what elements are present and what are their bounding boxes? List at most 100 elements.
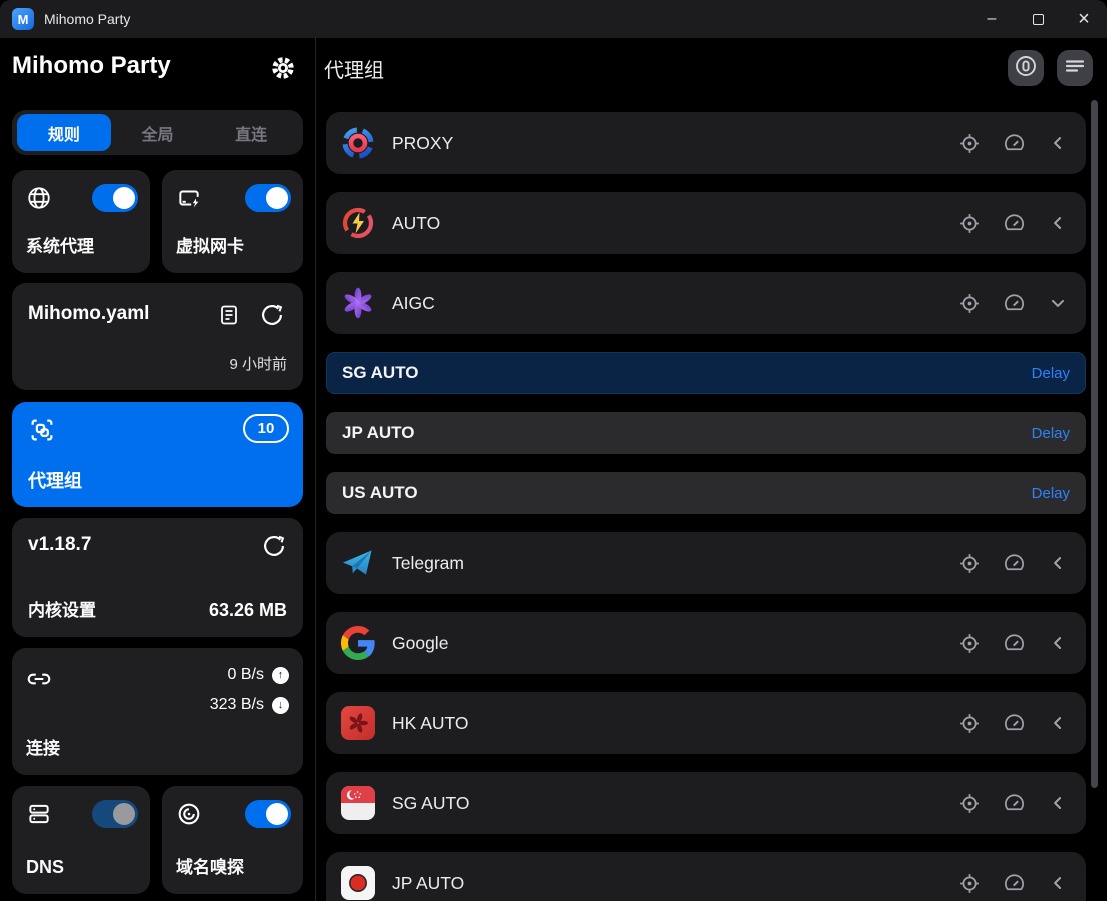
proxy-group-name: AIGC [392, 293, 958, 314]
delay-test-icon[interactable] [1003, 132, 1026, 155]
tab-rule[interactable]: 规则 [17, 114, 111, 151]
proxy-groups-label: 代理组 [28, 467, 82, 493]
proxy-node-name: SG AUTO [342, 363, 1032, 383]
sniff-icon [176, 801, 202, 832]
proxy-group-icon [28, 416, 56, 449]
tun-card[interactable]: 虚拟网卡 [162, 170, 303, 273]
settings-gear-icon[interactable] [269, 54, 297, 82]
profile-refresh-icon[interactable] [259, 302, 285, 333]
arrow-up-circle-icon: ↑ [272, 667, 289, 684]
proxy-group-count-badge: 10 [243, 414, 289, 443]
sniff-card[interactable]: 域名嗅探 [162, 786, 303, 894]
page-title: 代理组 [324, 54, 384, 83]
locate-icon[interactable] [958, 872, 981, 895]
window-title: Mihomo Party [44, 11, 130, 27]
delay-test-icon[interactable] [1003, 552, 1026, 575]
proxy-group-row[interactable]: SG AUTO [326, 772, 1086, 834]
delay-test-icon[interactable] [1003, 792, 1026, 815]
dns-server-icon [26, 801, 52, 832]
sidebar-app-title: Mihomo Party [12, 52, 171, 80]
delay-zero-button[interactable] [1008, 50, 1044, 86]
profile-updated-time: 9 小时前 [229, 353, 287, 374]
sniff-toggle[interactable] [245, 800, 291, 828]
app-window: M Mihomo Party – × Mihomo Party 规则 全局 直连… [0, 0, 1107, 901]
delay-test-link[interactable]: Delay [1032, 365, 1070, 382]
tab-global[interactable]: 全局 [111, 114, 205, 151]
locate-icon[interactable] [958, 552, 981, 575]
proxy-group-row[interactable]: AUTO [326, 192, 1086, 254]
system-proxy-label: 系统代理 [26, 232, 94, 257]
sniff-label: 域名嗅探 [176, 853, 244, 878]
chevron-down-icon[interactable] [1048, 293, 1068, 313]
list-lines-icon [1063, 54, 1087, 83]
locate-icon[interactable] [958, 632, 981, 655]
system-proxy-card[interactable]: 系统代理 [12, 170, 150, 273]
profile-name: Mihomo.yaml [28, 303, 149, 325]
jp-flag-icon [340, 865, 376, 901]
proxy-node-row[interactable]: JP AUTODelay [326, 412, 1086, 454]
connections-card[interactable]: 0 B/s↑ 323 B/s↓ 连接 [12, 648, 303, 775]
proxy-group-row[interactable]: AIGC [326, 272, 1086, 334]
delay-test-icon[interactable] [1003, 632, 1026, 655]
proxy-group-name: HK AUTO [392, 713, 958, 734]
sidebar-item-proxy-groups[interactable]: 10 代理组 [12, 402, 303, 507]
locate-icon[interactable] [958, 132, 981, 155]
proxy-node-name: US AUTO [342, 483, 1032, 503]
chevron-left-icon[interactable] [1048, 133, 1068, 153]
proxy-group-name: JP AUTO [392, 873, 958, 894]
minimize-button[interactable]: – [969, 0, 1015, 38]
arrow-down-circle-icon: ↓ [272, 697, 289, 714]
delay-test-icon[interactable] [1003, 872, 1026, 895]
delay-test-link[interactable]: Delay [1032, 485, 1070, 502]
system-proxy-toggle[interactable] [92, 184, 138, 212]
delay-test-icon[interactable] [1003, 212, 1026, 235]
layout-toggle-button[interactable] [1057, 50, 1093, 86]
vertical-scrollbar[interactable] [1091, 100, 1098, 788]
delay-test-link[interactable]: Delay [1032, 425, 1070, 442]
proxy-group-name: PROXY [392, 133, 958, 154]
proxy-group-row[interactable]: Telegram [326, 532, 1086, 594]
virtual-nic-icon [176, 185, 202, 216]
core-settings-card[interactable]: v1.18.7 内核设置 63.26 MB [12, 518, 303, 637]
tab-direct[interactable]: 直连 [204, 114, 298, 151]
google-logo [340, 625, 376, 661]
auto-logo [340, 205, 376, 241]
proxy-node-row[interactable]: SG AUTODelay [326, 352, 1086, 394]
proxy-groups-panel: 代理组 PROXYAUTOAIGCSG AUTODelayJP AUTODela… [315, 38, 1107, 901]
core-restart-icon[interactable] [261, 533, 287, 564]
proxy-group-row[interactable]: HK AUTO [326, 692, 1086, 754]
chevron-left-icon[interactable] [1048, 633, 1068, 653]
locate-icon[interactable] [958, 792, 981, 815]
proxy-group-row[interactable]: PROXY [326, 112, 1086, 174]
chevron-left-icon[interactable] [1048, 553, 1068, 573]
delay-test-icon[interactable] [1003, 712, 1026, 735]
proxy-group-name: Telegram [392, 553, 958, 574]
dns-card[interactable]: DNS [12, 786, 150, 894]
titlebar: M Mihomo Party – × [0, 0, 1107, 38]
locate-icon[interactable] [958, 212, 981, 235]
maximize-button[interactable] [1015, 0, 1061, 38]
delay-test-icon[interactable] [1003, 292, 1026, 315]
tun-toggle[interactable] [245, 184, 291, 212]
proxy-group-name: AUTO [392, 213, 958, 234]
hk-flag-icon [340, 705, 376, 741]
locate-icon[interactable] [958, 292, 981, 315]
chevron-left-icon[interactable] [1048, 793, 1068, 813]
chevron-left-icon[interactable] [1048, 873, 1068, 893]
proxy-group-row[interactable]: Google [326, 612, 1086, 674]
dns-toggle[interactable] [92, 800, 138, 828]
chevron-left-icon[interactable] [1048, 213, 1068, 233]
profile-card[interactable]: Mihomo.yaml 9 小时前 [12, 283, 303, 390]
profile-document-icon[interactable] [217, 303, 241, 332]
proxy-node-row[interactable]: US AUTODelay [326, 472, 1086, 514]
locate-icon[interactable] [958, 712, 981, 735]
proxy-logo [340, 125, 376, 161]
proxy-group-row[interactable]: JP AUTO [326, 852, 1086, 901]
globe-icon [26, 185, 52, 216]
chevron-left-icon[interactable] [1048, 713, 1068, 733]
proxy-group-name: SG AUTO [392, 793, 958, 814]
tun-label: 虚拟网卡 [176, 232, 244, 257]
upload-rate: 0 B/s [228, 666, 264, 684]
outbound-mode-tabs: 规则 全局 直连 [12, 110, 303, 155]
close-button[interactable]: × [1061, 0, 1107, 38]
